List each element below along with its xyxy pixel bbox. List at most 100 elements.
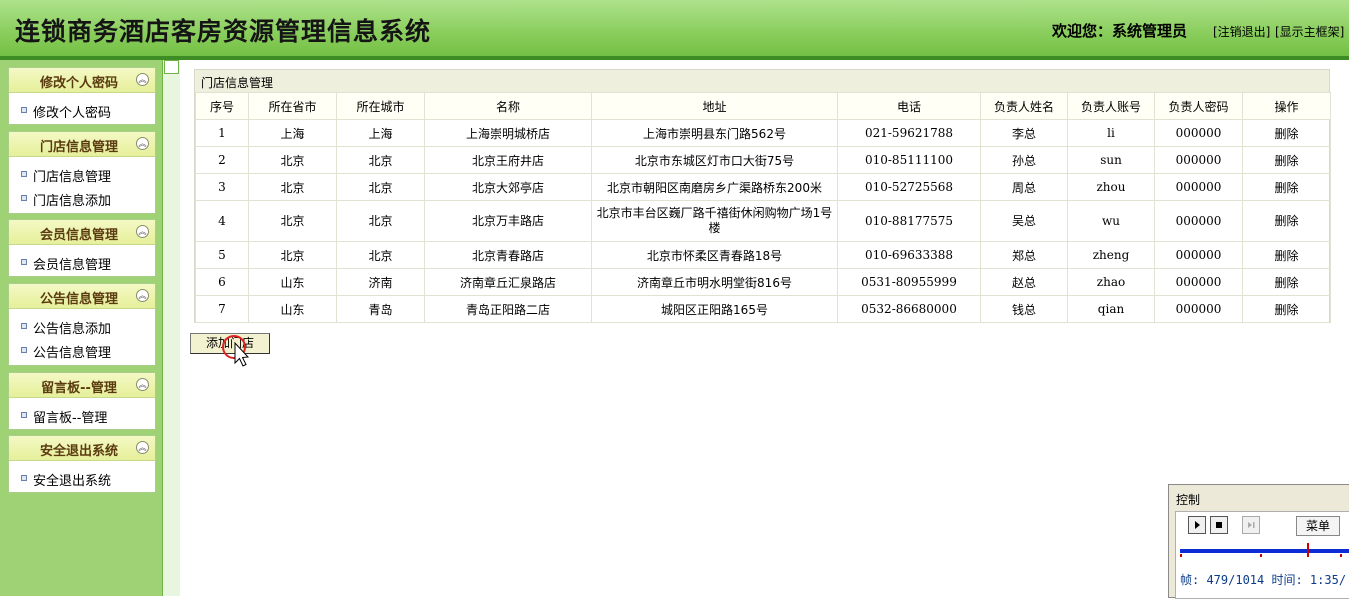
step-forward-icon[interactable] <box>1242 516 1260 534</box>
delete-link[interactable]: 删除 <box>1242 241 1331 269</box>
column-header: 所在城市 <box>336 92 425 120</box>
cell-city: 北京 <box>336 241 425 269</box>
cell-province: 北京 <box>248 200 337 242</box>
menu-panel-title: 留言板--管理 <box>41 381 117 396</box>
cell-province: 北京 <box>248 241 337 269</box>
column-header: 电话 <box>837 92 981 120</box>
bullet-icon <box>21 171 27 177</box>
cell-province: 上海 <box>248 119 337 147</box>
cell-manager-account: wu <box>1067 200 1155 242</box>
sidebar-item-store-manage[interactable]: 门店信息管理 <box>9 162 155 186</box>
play-icon[interactable] <box>1188 516 1206 534</box>
bullet-icon <box>21 195 27 201</box>
menu-panel-header[interactable]: 留言板--管理 ︽ <box>9 373 155 398</box>
delete-link[interactable]: 删除 <box>1242 119 1331 147</box>
cell-phone: 010-69633388 <box>837 241 981 269</box>
section-title: 门店信息管理 <box>201 76 274 90</box>
sidebar-item-notice-add[interactable]: 公告信息添加 <box>9 314 155 338</box>
splitter-toggle[interactable] <box>164 60 179 74</box>
show-main-frame-link[interactable]: [显示主框架] <box>1275 23 1344 40</box>
playback-position-marker[interactable] <box>1307 543 1309 557</box>
collapse-icon[interactable]: ︽ <box>136 225 149 238</box>
cell-province: 山东 <box>248 268 337 296</box>
cell-name: 上海崇明城桥店 <box>424 119 592 147</box>
delete-link[interactable]: 删除 <box>1242 146 1331 174</box>
cell-manager-name: 周总 <box>980 173 1068 201</box>
menu-panel-header[interactable]: 会员信息管理 ︽ <box>9 220 155 245</box>
sidebar-item-label: 公告信息管理 <box>33 346 112 361</box>
bullet-icon <box>21 323 27 329</box>
cell-phone: 0531-80955999 <box>837 268 981 296</box>
delete-link[interactable]: 删除 <box>1242 268 1331 296</box>
menu-button[interactable]: 菜单 <box>1296 516 1340 536</box>
cell-manager-name: 赵总 <box>980 268 1068 296</box>
collapse-icon[interactable]: ︽ <box>136 137 149 150</box>
cell-name: 北京王府井店 <box>424 146 592 174</box>
logout-link[interactable]: [注销退出] <box>1213 23 1270 40</box>
sidebar-item-message-manage[interactable]: 留言板--管理 <box>9 403 155 427</box>
table-row: 3 北京 北京 北京大郊亭店 北京市朝阳区南磨房乡广渠路桥东200米 010-5… <box>195 173 1331 201</box>
sidebar-item-member-manage[interactable]: 会员信息管理 <box>9 250 155 274</box>
app-header: 连锁商务酒店客房资源管理信息系统 欢迎您：系统管理员 [注销退出] [显示主框架… <box>0 0 1349 60</box>
cell-manager-account: zheng <box>1067 241 1155 269</box>
delete-link[interactable]: 删除 <box>1242 295 1331 323</box>
cell-index: 5 <box>195 241 249 269</box>
cell-manager-name: 郑总 <box>980 241 1068 269</box>
cell-index: 1 <box>195 119 249 147</box>
menu-panel-store: 门店信息管理 ︽ 门店信息管理 门店信息添加 <box>8 131 156 214</box>
menu-panel-title: 公告信息管理 <box>39 292 118 307</box>
sidebar-item-notice-manage[interactable]: 公告信息管理 <box>9 338 155 362</box>
stop-icon[interactable] <box>1210 516 1228 534</box>
cell-city: 济南 <box>336 268 425 296</box>
cell-phone: 0532-86680000 <box>837 295 981 323</box>
cell-address: 北京市东城区灯市口大街75号 <box>591 146 838 174</box>
cell-index: 4 <box>195 200 249 242</box>
cell-manager-password: 000000 <box>1154 268 1243 296</box>
cell-index: 7 <box>195 295 249 323</box>
cell-name: 北京大郊亭店 <box>424 173 592 201</box>
table-row: 2 北京 北京 北京王府井店 北京市东城区灯市口大街75号 010-851111… <box>195 146 1331 174</box>
store-table: 序号 所在省市 所在城市 名称 地址 电话 负责人姓名 负责人账号 负责人密码 … <box>195 92 1331 323</box>
menu-panel-header[interactable]: 门店信息管理 ︽ <box>9 132 155 157</box>
sidebar-item-label: 修改个人密码 <box>33 106 112 121</box>
menu-panel-header[interactable]: 安全退出系统 ︽ <box>9 436 155 461</box>
collapse-icon[interactable]: ︽ <box>136 73 149 86</box>
cell-manager-password: 000000 <box>1154 146 1243 174</box>
column-header: 负责人账号 <box>1067 92 1155 120</box>
cell-address: 城阳区正阳路165号 <box>591 295 838 323</box>
progress-tick <box>1180 554 1182 557</box>
cell-index: 2 <box>195 146 249 174</box>
collapse-icon[interactable]: ︽ <box>136 441 149 454</box>
collapse-icon[interactable]: ︽ <box>136 289 149 302</box>
delete-link[interactable]: 删除 <box>1242 200 1331 242</box>
menu-panel-notice: 公告信息管理 ︽ 公告信息添加 公告信息管理 <box>8 283 156 366</box>
cell-address: 北京市丰台区巍厂路千禧街休闲购物广场1号楼 <box>591 200 838 242</box>
sidebar-item-label: 留言板--管理 <box>33 411 108 426</box>
cell-city: 北京 <box>336 200 425 242</box>
progress-tick <box>1340 554 1342 557</box>
cell-address: 北京市朝阳区南磨房乡广渠路桥东200米 <box>591 173 838 201</box>
bullet-icon <box>21 475 27 481</box>
playback-progress-track[interactable] <box>1180 549 1349 553</box>
bullet-icon <box>21 107 27 113</box>
menu-panel-title: 会员信息管理 <box>39 228 118 243</box>
table-row: 4 北京 北京 北京万丰路店 北京市丰台区巍厂路千禧街休闲购物广场1号楼 010… <box>195 200 1331 242</box>
sidebar-item-safe-exit[interactable]: 安全退出系统 <box>9 466 155 490</box>
menu-panel-message: 留言板--管理 ︽ 留言板--管理 <box>8 372 156 430</box>
menu-panel-title: 安全退出系统 <box>39 444 118 459</box>
menu-panel-password: 修改个人密码 ︽ 修改个人密码 <box>8 67 156 125</box>
mouse-cursor-icon <box>222 335 250 367</box>
collapse-icon[interactable]: ︽ <box>136 378 149 391</box>
cell-city: 北京 <box>336 173 425 201</box>
delete-link[interactable]: 删除 <box>1242 173 1331 201</box>
frame-splitter[interactable] <box>162 60 180 596</box>
sidebar-item-change-password[interactable]: 修改个人密码 <box>9 98 155 122</box>
cell-manager-account: li <box>1067 119 1155 147</box>
menu-panel-header[interactable]: 修改个人密码 ︽ <box>9 68 155 93</box>
menu-panel-header[interactable]: 公告信息管理 ︽ <box>9 284 155 309</box>
cell-manager-name: 钱总 <box>980 295 1068 323</box>
cell-city: 青岛 <box>336 295 425 323</box>
cell-manager-password: 000000 <box>1154 295 1243 323</box>
bullet-icon <box>21 347 27 353</box>
sidebar-item-store-add[interactable]: 门店信息添加 <box>9 186 155 210</box>
